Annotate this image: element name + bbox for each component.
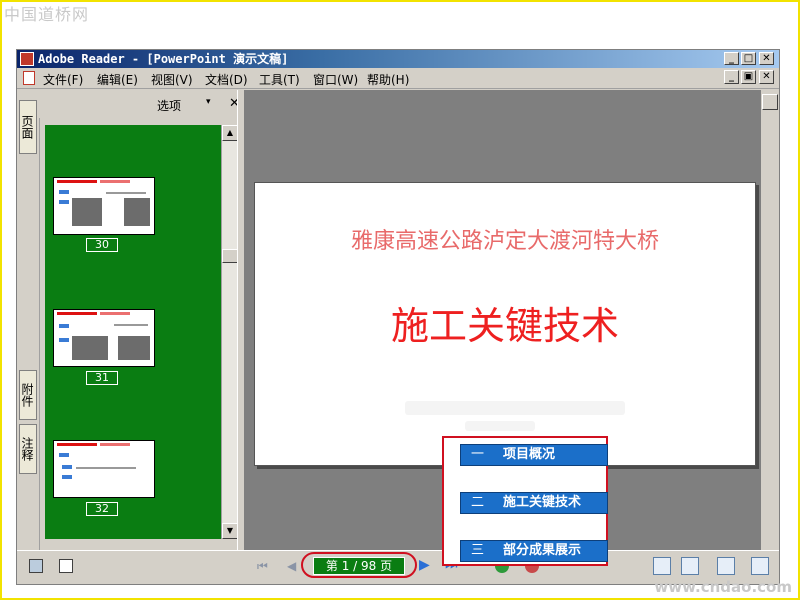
menu-edit[interactable]: 编辑(E)	[97, 71, 138, 88]
highlight-ellipse	[301, 552, 417, 578]
adobe-reader-icon	[20, 52, 34, 66]
page-thumbnail[interactable]	[53, 177, 155, 235]
menu-window[interactable]: 窗口(W)	[313, 71, 358, 88]
previous-page-icon[interactable]: ◀	[287, 559, 296, 573]
menu-document[interactable]: 文档(D)	[205, 71, 248, 88]
monitor-icon[interactable]	[29, 559, 43, 573]
window-title: Adobe Reader - [PowerPoint 演示文稿]	[38, 52, 289, 66]
thumbnail-page-number[interactable]: 30	[86, 238, 118, 252]
faded-text-block	[405, 401, 625, 415]
nav-item-project-overview[interactable]: 一项目概况	[460, 444, 608, 466]
continuous-view-icon[interactable]	[681, 557, 699, 575]
menu-tools[interactable]: 工具(T)	[259, 71, 300, 88]
tab-comments[interactable]: 注释	[19, 424, 37, 474]
slide-title: 施工关键技术	[390, 304, 619, 348]
scroll-right-icon[interactable]	[762, 94, 778, 110]
thumbnail-page-number[interactable]: 32	[86, 502, 118, 516]
continuous-facing-view-icon[interactable]	[751, 557, 769, 575]
document-icon[interactable]	[59, 559, 73, 573]
menu-help[interactable]: 帮助(H)	[367, 71, 409, 88]
navigation-tabs: 页面 附件 注释	[17, 90, 40, 550]
thumbnails-scrollbar[interactable]: ▲ ▼	[221, 125, 238, 539]
thumbnails-header: 选项 ▾ ✕	[39, 90, 240, 118]
nav-item-achievements[interactable]: 三部分成果展示	[460, 540, 608, 562]
next-page-icon[interactable]: ▶	[419, 557, 430, 573]
menu-bar: 文件(F) 编辑(E) 视图(V) 文档(D) 工具(T) 窗口(W) 帮助(H…	[17, 68, 779, 89]
pdf-document-icon[interactable]	[23, 71, 35, 85]
doc-minimize-button[interactable]: _	[724, 70, 739, 84]
scroll-up-icon[interactable]: ▲	[222, 125, 238, 141]
page-thumbnail[interactable]	[53, 440, 155, 498]
scroll-down-icon[interactable]: ▼	[222, 523, 238, 539]
adobe-reader-window: Adobe Reader - [PowerPoint 演示文稿] _ □ ✕ 文…	[16, 49, 780, 585]
doc-close-button[interactable]: ✕	[759, 70, 774, 84]
nav-item-key-techniques[interactable]: 二施工关键技术	[460, 492, 608, 514]
minimize-button[interactable]: _	[724, 52, 739, 65]
maximize-button[interactable]: □	[741, 52, 756, 65]
close-button[interactable]: ✕	[759, 52, 774, 65]
doc-restore-button[interactable]: ▣	[741, 70, 756, 84]
facing-view-icon[interactable]	[717, 557, 735, 575]
menu-view[interactable]: 视图(V)	[151, 71, 193, 88]
tab-attachments[interactable]: 附件	[19, 370, 37, 420]
watermark-top: 中国道桥网	[4, 5, 90, 24]
thumbnails-pane[interactable]: 30 31 32	[45, 125, 221, 539]
single-page-view-icon[interactable]	[653, 557, 671, 575]
faded-text-block	[465, 421, 535, 431]
tab-pages[interactable]: 页面	[19, 100, 37, 154]
first-page-icon[interactable]: ⏮	[257, 559, 268, 574]
slide-subtitle: 雅康高速公路泸定大渡河特大桥	[350, 229, 659, 254]
menu-file[interactable]: 文件(F)	[43, 71, 83, 88]
watermark-bottom: www.cndao.com	[654, 578, 792, 596]
chevron-down-icon[interactable]: ▾	[206, 97, 211, 107]
title-bar[interactable]: Adobe Reader - [PowerPoint 演示文稿] _ □ ✕	[17, 50, 779, 68]
document-scrollbar[interactable]	[761, 90, 779, 550]
options-menu-button[interactable]: 选项	[157, 97, 181, 114]
thumbnail-page-number[interactable]: 31	[86, 371, 118, 385]
section-navigation-panel: 一项目概况 二施工关键技术 三部分成果展示	[442, 436, 608, 566]
slide-page: 雅康高速公路泸定大渡河特大桥 施工关键技术	[254, 182, 756, 466]
page-thumbnail[interactable]	[53, 309, 155, 367]
scrollbar-thumb[interactable]	[222, 249, 238, 263]
